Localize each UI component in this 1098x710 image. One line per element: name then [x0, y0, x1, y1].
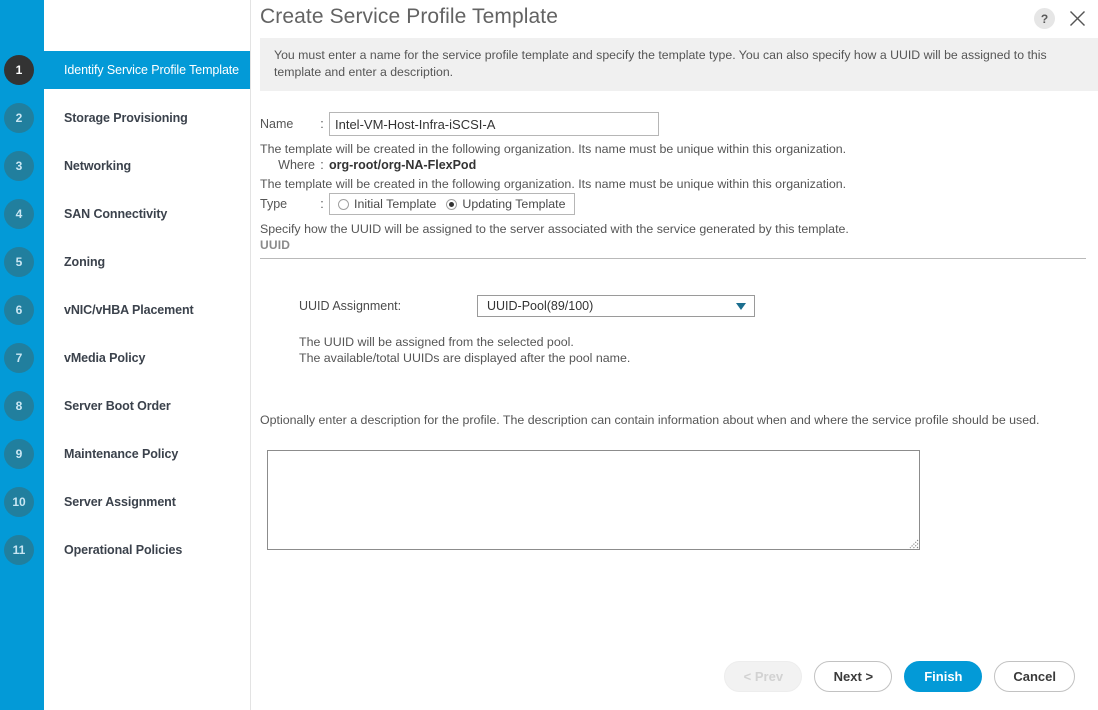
help-icon[interactable]: ? — [1034, 8, 1055, 29]
sidebar-item-storage-provisioning[interactable]: 2 Storage Provisioning — [0, 99, 250, 137]
create-service-profile-template-dialog: 1 Identify Service Profile Template 2 Stora… — [0, 0, 1098, 710]
type-radio-group: Initial Template Updating Template — [329, 193, 575, 215]
sidebar-item-label: vMedia Policy — [64, 351, 146, 365]
sidebar-item-label: Storage Provisioning — [64, 111, 188, 125]
step-number-badge: 9 — [4, 439, 34, 469]
step-number-badge: 8 — [4, 391, 34, 421]
wizard-step-list: 1 Identify Service Profile Template 2 Stora… — [0, 0, 250, 710]
radio-initial-template-label: Initial Template — [354, 197, 437, 211]
type-colon: : — [320, 197, 324, 211]
prev-button: < Prev — [724, 660, 803, 692]
step-number-badge: 6 — [4, 295, 34, 325]
description-help-text: Optionally enter a description for the p… — [260, 413, 1040, 427]
sidebar-item-operational-policies[interactable]: 11 Operational Policies — [0, 531, 250, 569]
cancel-button[interactable]: Cancel — [994, 660, 1075, 692]
sidebar-item-label: SAN Connectivity — [64, 207, 168, 221]
sidebar-item-identify-service-profile-template[interactable]: 1 Identify Service Profile Template — [0, 51, 250, 89]
step-number-badge: 4 — [4, 199, 34, 229]
radio-updating-template-label: Updating Template — [462, 197, 566, 211]
radio-dot-icon — [338, 198, 349, 210]
dialog-footer: < Prev Next > Finish Cancel — [251, 660, 1098, 692]
sidebar-item-maintenance-policy[interactable]: 9 Maintenance Policy — [0, 435, 250, 473]
sidebar-item-networking[interactable]: 3 Networking — [0, 147, 250, 185]
step-number-badge: 5 — [4, 247, 34, 277]
sidebar-item-zoning[interactable]: 5 Zoning — [0, 243, 250, 281]
close-icon[interactable] — [1065, 6, 1089, 30]
step-number-badge: 3 — [4, 151, 34, 181]
uuid-note-1: The UUID will be assigned from the selec… — [299, 335, 574, 349]
name-label: Name — [260, 117, 294, 131]
uuid-assignment-row: UUID Assignment: UUID-Pool(89/100) — [299, 295, 755, 317]
radio-dot-icon — [446, 198, 458, 210]
uuid-assignment-label: UUID Assignment: — [299, 299, 402, 313]
form-content: Name : The template will be created in t… — [251, 100, 1098, 710]
sidebar-item-vmedia-policy[interactable]: 7 vMedia Policy — [0, 339, 250, 377]
where-value: org-root/org-NA-FlexPod — [329, 158, 477, 172]
sidebar-item-server-assignment[interactable]: 10 Server Assignment — [0, 483, 250, 521]
sidebar-item-label: Maintenance Policy — [64, 447, 179, 461]
uuid-assignment-value: UUID-Pool(89/100) — [487, 299, 594, 313]
wizard-sidebar: 1 Identify Service Profile Template 2 Stora… — [0, 0, 250, 710]
name-field-row: Name : — [260, 112, 659, 136]
instruction-banner: You must enter a name for the service pr… — [260, 38, 1098, 91]
organization-note-2: The template will be created in the foll… — [260, 177, 847, 191]
description-textarea[interactable] — [267, 450, 920, 550]
radio-updating-template[interactable]: Updating Template — [446, 197, 566, 211]
step-number-badge: 11 — [4, 535, 34, 565]
uuid-section-header: UUID — [260, 238, 291, 252]
sidebar-item-label: Server Assignment — [64, 495, 176, 509]
sidebar-item-label: Zoning — [64, 255, 106, 269]
step-number-badge: 2 — [4, 103, 34, 133]
sidebar-item-label: Server Boot Order — [64, 399, 171, 413]
section-divider — [260, 258, 1086, 259]
sidebar-item-san-connectivity[interactable]: 4 SAN Connectivity — [0, 195, 250, 233]
uuid-help-text: Specify how the UUID will be assigned to… — [260, 222, 849, 236]
type-field-row: Type : Initial Template Updating Templat… — [260, 193, 575, 215]
step-number-badge: 1 — [4, 55, 34, 85]
name-input[interactable] — [329, 112, 659, 136]
step-number-badge: 7 — [4, 343, 34, 373]
page-title: Create Service Profile Template — [260, 5, 559, 28]
step-number-badge: 10 — [4, 487, 34, 517]
organization-note-1: The template will be created in the foll… — [260, 142, 847, 156]
name-colon: : — [320, 117, 324, 131]
sidebar-item-server-boot-order[interactable]: 8 Server Boot Order — [0, 387, 250, 425]
sidebar-item-label: Identify Service Profile Template — [64, 63, 240, 77]
chevron-down-icon — [736, 302, 746, 310]
radio-initial-template[interactable]: Initial Template — [338, 197, 436, 211]
sidebar-item-label: Networking — [64, 159, 132, 173]
uuid-assignment-select[interactable]: UUID-Pool(89/100) — [477, 295, 755, 317]
sidebar-item-label: vNIC/vHBA Placement — [64, 303, 194, 317]
where-label: Where — [278, 158, 315, 172]
where-field-row: Where : org-root/org-NA-FlexPod — [260, 158, 476, 172]
where-colon: : — [320, 158, 324, 172]
finish-button[interactable]: Finish — [904, 660, 983, 692]
next-button[interactable]: Next > — [814, 660, 893, 692]
dialog-titlebar: Create Service Profile Template ? — [251, 0, 1098, 38]
sidebar-item-label: Operational Policies — [64, 543, 183, 557]
sidebar-item-vnic-vhba-placement[interactable]: 6 vNIC/vHBA Placement — [0, 291, 250, 329]
type-label: Type — [260, 197, 288, 211]
instruction-text: You must enter a name for the service pr… — [274, 48, 1047, 79]
dialog-main-panel: Create Service Profile Template ? You mu… — [250, 0, 1098, 710]
uuid-note-2: The available/total UUIDs are displayed … — [299, 351, 631, 365]
